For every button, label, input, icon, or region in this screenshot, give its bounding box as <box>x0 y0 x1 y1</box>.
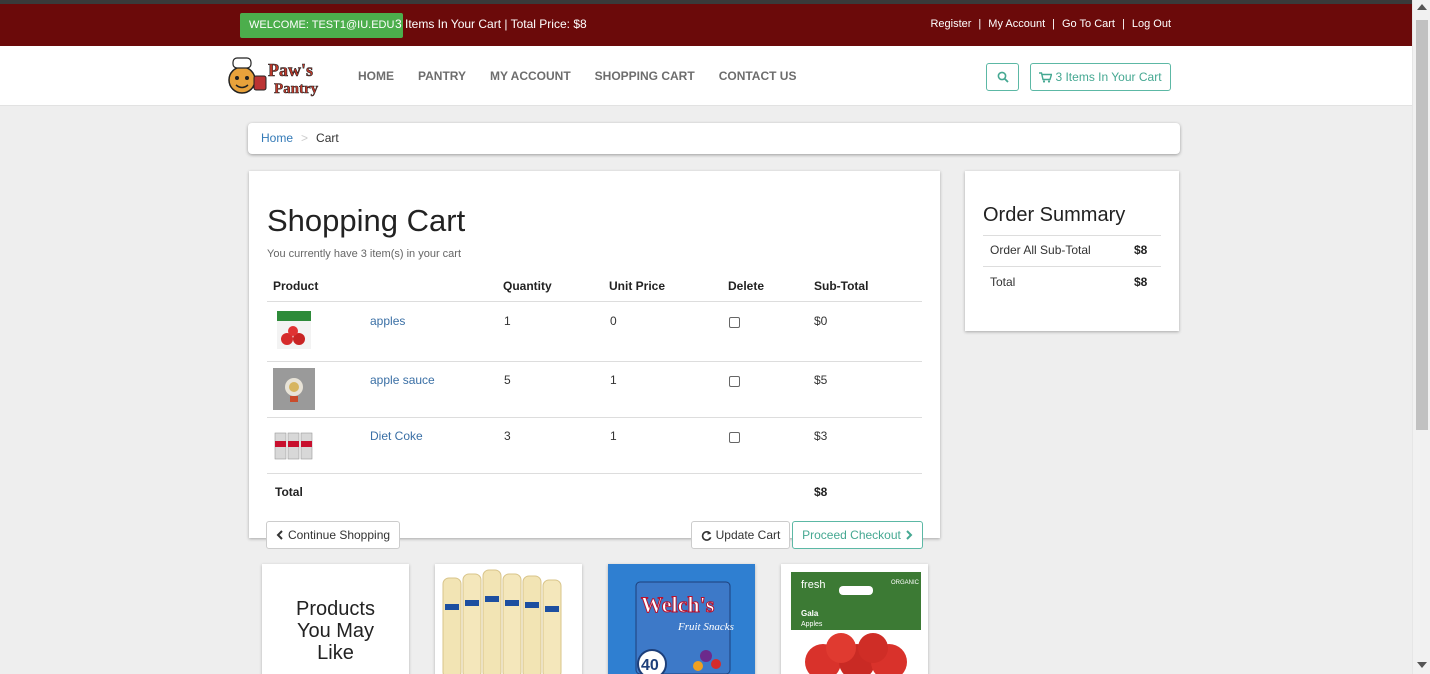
row-divider <box>267 473 922 474</box>
log-out-link[interactable]: Log Out <box>1132 18 1171 30</box>
breadcrumb-current: Cart <box>316 131 339 145</box>
gala-label: Gala <box>801 609 819 618</box>
continue-shopping-label: Continue Shopping <box>287 528 391 542</box>
shopping-cart-panel: Shopping Cart You currently have 3 item(… <box>249 171 940 549</box>
separator: | <box>1052 18 1055 30</box>
pawspantry-logo[interactable]: Paw's Pantry <box>226 54 334 98</box>
separator: | <box>1122 18 1125 30</box>
recommendations-title: Products You May Like <box>296 598 375 664</box>
quantity-apples: 1 <box>504 314 511 328</box>
subtotal-apples: $0 <box>814 314 828 328</box>
nav-home[interactable]: HOME <box>358 69 394 83</box>
recommended-product-gala-apples[interactable]: fresh ORGANIC Gala Apples <box>781 564 928 674</box>
update-cart-label: Update Cart <box>715 528 781 542</box>
organic-label: ORGANIC <box>891 580 920 586</box>
breadcrumb: Home > Cart <box>248 123 1180 154</box>
refresh-icon <box>701 530 712 541</box>
top-links: Register | My Account | Go To Cart | Log Out <box>930 18 1171 30</box>
cart-summary-text: 3 Items In Your Cart | Total Price: $8 <box>395 17 587 31</box>
row-divider <box>267 417 922 418</box>
fresh-label: fresh <box>801 579 825 591</box>
separator: | <box>978 18 982 30</box>
scrollbar-thumb[interactable] <box>1416 20 1428 430</box>
scroll-down-arrow-icon[interactable] <box>1417 662 1427 668</box>
continue-shopping-button[interactable]: Continue Shopping <box>266 521 400 549</box>
total-value: $8 <box>814 485 828 499</box>
order-summary-title: Order Summary <box>983 204 1126 226</box>
breadcrumb-separator: > <box>301 131 309 145</box>
nav-shopping-cart[interactable]: SHOPPING CART <box>595 69 695 83</box>
nav-pantry[interactable]: PANTRY <box>418 69 466 83</box>
proceed-checkout-button[interactable]: Proceed Checkout <box>792 521 923 549</box>
subtotal-apple-sauce: $5 <box>814 373 828 387</box>
fruit-snacks-text: Fruit Snacks <box>677 621 734 633</box>
page-title: Shopping Cart <box>267 203 466 238</box>
product-link-apple-sauce[interactable]: apple sauce <box>370 373 435 387</box>
gala-apples-image: fresh ORGANIC Gala Apples <box>781 564 928 674</box>
summary-divider <box>983 266 1161 267</box>
logo-text-paws: Paw's <box>268 60 313 80</box>
welcome-badge: WELCOME: TEST1@IU.EDU <box>240 13 404 38</box>
chevron-left-icon <box>276 530 283 540</box>
summary-subtotal-label: Order All Sub-Total <box>990 243 1091 257</box>
scroll-up-arrow-icon[interactable] <box>1417 4 1427 10</box>
unit-price-apples: 0 <box>610 314 617 328</box>
chevron-right-icon <box>906 530 913 540</box>
header-quantity: Quantity <box>503 279 552 293</box>
nav-links: HOME PANTRY MY ACCOUNT SHOPPING CART CONTACT… <box>358 69 820 83</box>
diet-coke-image <box>274 432 313 460</box>
order-summary-panel: Order Summary Order All Sub-Total $8 Tot… <box>965 171 1179 331</box>
table-header-divider <box>267 301 922 302</box>
apples-label: Apples <box>801 621 823 628</box>
unit-price-diet-coke: 1 <box>610 429 617 443</box>
main-navbar: Paw's Pantry HOME PANTRY MY ACCOUNT SHOPPIN… <box>0 46 1412 106</box>
cart-icon <box>1039 71 1053 83</box>
delete-checkbox-apple-sauce[interactable] <box>729 376 740 387</box>
product-link-diet-coke[interactable]: Diet Coke <box>370 429 423 443</box>
header-cart-label: 3 Items In Your Cart <box>1055 70 1162 84</box>
header-delete: Delete <box>728 279 765 293</box>
header-product: Product <box>273 279 319 293</box>
search-icon <box>997 71 1009 83</box>
logo-text-pantry: Pantry <box>274 81 319 97</box>
apples-bag-image <box>277 311 311 349</box>
update-cart-button[interactable]: Update Cart <box>691 521 790 549</box>
summary-divider <box>983 235 1161 236</box>
summary-subtotal-value: $8 <box>1134 243 1148 257</box>
proceed-checkout-label: Proceed Checkout <box>802 528 901 542</box>
top-bar: WELCOME: TEST1@IU.EDU 3 Items In Your Ca… <box>0 4 1412 46</box>
welchs-brand-text: Welch's <box>641 592 715 617</box>
quantity-apple-sauce: 5 <box>504 373 511 387</box>
header-unit-price: Unit Price <box>609 279 666 293</box>
suave-lotion-image <box>435 564 582 674</box>
apple-sauce-image <box>273 368 315 410</box>
summary-total-label: Total <box>990 275 1016 289</box>
page-scrollbar[interactable] <box>1412 0 1430 674</box>
go-to-cart-link[interactable]: Go To Cart <box>1062 18 1115 30</box>
summary-total-value: $8 <box>1134 275 1148 289</box>
product-link-apples[interactable]: apples <box>370 314 405 328</box>
row-divider <box>267 361 922 362</box>
search-button[interactable] <box>986 63 1019 91</box>
recommended-product-suave[interactable] <box>435 564 582 674</box>
header-cart-button[interactable]: 3 Items In Your Cart <box>1030 63 1171 91</box>
delete-checkbox-apples[interactable] <box>729 317 740 328</box>
my-account-link[interactable]: My Account <box>988 18 1045 30</box>
breadcrumb-home[interactable]: Home <box>261 131 293 145</box>
subtotal-diet-coke: $3 <box>814 429 828 443</box>
cart-item-count-text: You currently have 3 item(s) in your car… <box>267 248 462 260</box>
header-subtotal: Sub-Total <box>814 279 869 293</box>
count-badge-text: 40 <box>641 657 659 674</box>
nav-my-account[interactable]: MY ACCOUNT <box>490 69 571 83</box>
register-link[interactable]: Register <box>930 18 971 30</box>
total-label: Total <box>275 485 303 499</box>
quantity-diet-coke: 3 <box>504 429 511 443</box>
unit-price-apple-sauce: 1 <box>610 373 617 387</box>
delete-checkbox-diet-coke[interactable] <box>729 432 740 443</box>
nav-contact-us[interactable]: CONTACT US <box>719 69 797 83</box>
recommendations-title-card: Products You May Like <box>262 564 409 674</box>
recommended-product-welchs[interactable]: Welch's Fruit Snacks 40 <box>608 564 755 674</box>
welchs-fruit-snacks-image: Welch's Fruit Snacks 40 <box>608 564 755 674</box>
